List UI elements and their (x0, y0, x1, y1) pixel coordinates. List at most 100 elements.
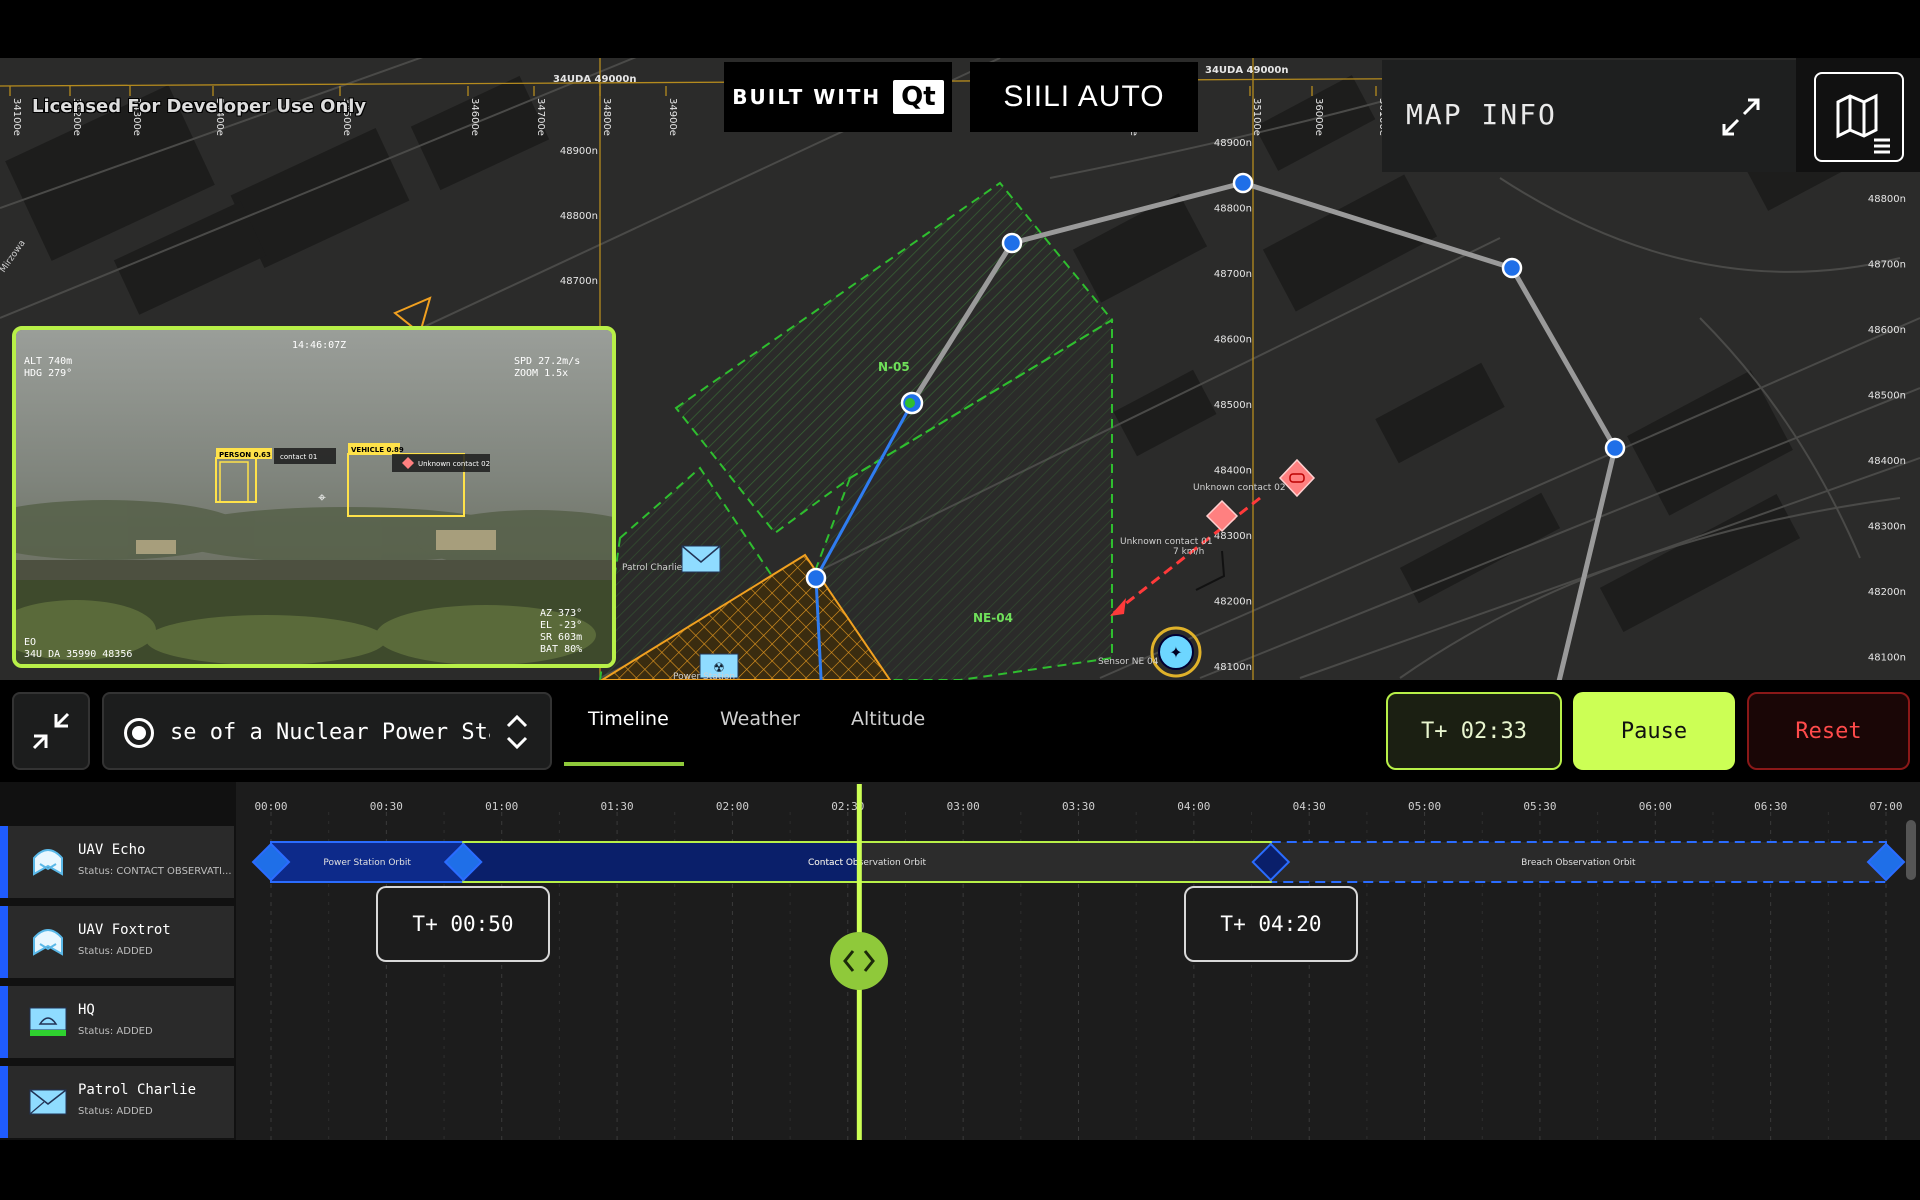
northing-label: 48700n (1214, 269, 1252, 280)
contact-02-label: Unknown contact 02 (1193, 483, 1286, 493)
camera-cursor-icon: ⌖ (318, 490, 326, 506)
camera-spd: SPD 27.2m/s (514, 356, 580, 367)
control-bar: se of a Nuclear Power Station Timeline W… (0, 680, 1920, 782)
timeline-tick-label: 05:30 (1523, 800, 1556, 813)
waypoint[interactable] (1604, 437, 1626, 459)
scenario-radio-icon[interactable] (124, 718, 154, 748)
northing-label: 48700n (1868, 260, 1906, 271)
hq-icon (29, 1007, 67, 1036)
northing-label: 48200n (1214, 597, 1252, 608)
segment-end-marker[interactable]: T+ 04:20 (1184, 886, 1358, 962)
map-layers-panel (1796, 58, 1920, 172)
timeline-tick-label: 00:00 (254, 800, 287, 813)
timeline-tick-labels: 00:00 00:30 01:00 01:30 02:00 02:30 03:00 03:30… (254, 800, 1902, 813)
northing-label: 48300n (1214, 531, 1252, 542)
license-watermark: Licensed For Developer Use Only (32, 96, 367, 117)
timeline-tick-label: 07:00 (1869, 800, 1902, 813)
asset-hq[interactable]: HQ Status: ADDED (0, 986, 234, 1058)
person-contact-label: contact 01 (280, 453, 317, 461)
timeline-panel: UAV Echo Status: CONTACT OBSERVATI... UA… (0, 782, 1920, 1140)
waypoint[interactable] (1501, 257, 1523, 279)
tab-weather[interactable]: Weather (720, 708, 800, 730)
asset-name: HQ (78, 1002, 95, 1018)
timeline-tick-label: 01:30 (601, 800, 634, 813)
sensor-star: ✦ (1169, 643, 1182, 662)
active-tab-indicator (564, 762, 684, 766)
northing-label: 48600n (1214, 335, 1252, 346)
camera-time: 14:46:07Z (292, 340, 346, 351)
timeline-tick-label: 04:30 (1293, 800, 1326, 813)
reset-button[interactable]: Reset (1747, 692, 1910, 770)
camera-hdg: HDG 279° (24, 368, 72, 379)
timeline-tick-label: 03:00 (947, 800, 980, 813)
bottom-letterbox (0, 1140, 1920, 1200)
expand-icon[interactable] (1718, 94, 1764, 140)
northing-label: 48500n (1214, 400, 1252, 411)
current-time-display[interactable]: T+ 02:33 (1386, 692, 1562, 770)
street-label: Mirzowa (0, 239, 28, 275)
asset-status: Status: ADDED (78, 1026, 153, 1037)
northing-label: 48100n (1868, 653, 1906, 664)
asset-patrol-charlie[interactable]: Patrol Charlie Status: ADDED (0, 1066, 234, 1138)
map-info-panel: MAP INFO (1382, 60, 1796, 172)
timeline-tick-label: 06:30 (1754, 800, 1787, 813)
map-northing-right: 48800n 48700n 48600n 48500n 48400n 48300n 4820… (1868, 194, 1906, 664)
northing-label: 48100n (1214, 662, 1252, 673)
timeline-tick-label: 00:30 (370, 800, 403, 813)
tab-altitude[interactable]: Altitude (851, 708, 925, 730)
contact-01-icon[interactable] (1205, 499, 1239, 533)
uav-position-dot (905, 398, 915, 408)
northing-label: 48600n (1868, 325, 1906, 336)
chevron-left-right-icon (843, 950, 875, 972)
scenario-selector[interactable]: se of a Nuclear Power Station (102, 692, 552, 770)
timeline-segments[interactable]: Power Station Orbit Contact Observation O… (251, 841, 1906, 883)
qt-logo: Qt (893, 80, 944, 114)
vehicle-detection-label: VEHICLE 0.89 (351, 446, 404, 454)
timeline-tick-label: 04:00 (1177, 800, 1210, 813)
segment-start-marker[interactable]: T+ 00:50 (376, 886, 550, 962)
easting-label: 34600e (469, 98, 480, 136)
patrol-charlie-label: Patrol Charlie (622, 563, 683, 573)
collapse-button[interactable] (12, 692, 90, 770)
waypoint[interactable] (1232, 172, 1254, 194)
tab-timeline[interactable]: Timeline (588, 708, 669, 730)
uav-icon (33, 929, 63, 956)
northing-label: 48400n (1868, 456, 1906, 467)
asset-uav-foxtrot[interactable]: UAV Foxtrot Status: ADDED (0, 906, 234, 978)
asset-list: UAV Echo Status: CONTACT OBSERVATI... UA… (0, 782, 236, 1140)
playhead-scrub-handle[interactable] (830, 932, 888, 990)
zone-ne04-label: NE-04 (973, 611, 1013, 625)
map-northing-mid: 48900n 48800n 48700n 48600n 48500n 48400n 4830… (1214, 138, 1252, 673)
contact-01-label: Unknown contact 01 (1120, 537, 1213, 547)
easting-label: 34700e (535, 98, 546, 136)
pause-button[interactable]: Pause (1573, 692, 1735, 770)
map-grid-top-right-label: 34UDA 49000n (1205, 65, 1288, 76)
sensor-label: Sensor NE 04 (1098, 657, 1159, 667)
map-layers-button[interactable] (1814, 72, 1904, 162)
camera-az: AZ 373° (540, 608, 582, 619)
asset-name: Patrol Charlie (78, 1082, 197, 1098)
built-with-text: BUILT WITH (732, 85, 882, 109)
northing-label: 48800n (560, 211, 598, 222)
easting-label: 35100e (1251, 98, 1262, 136)
asset-uav-echo[interactable]: UAV Echo Status: CONTACT OBSERVATI... (0, 826, 234, 898)
timeline-tick-label: 03:30 (1062, 800, 1095, 813)
northing-label: 48300n (1868, 522, 1906, 533)
timeline-segment-label: Power Station Orbit (323, 858, 411, 868)
camera-el: EL -23° (540, 620, 582, 631)
asset-status: Status: ADDED (78, 946, 153, 957)
asset-name: UAV Echo (78, 842, 146, 858)
waypoint[interactable] (805, 567, 827, 589)
map-layers-icon (1836, 93, 1890, 154)
map-info-title: MAP INFO (1406, 98, 1557, 131)
camera-feed[interactable]: PERSON 0.63 contact 01 VEHICLE 0.89 Unkn… (12, 326, 616, 668)
timeline-tick-label: 06:00 (1639, 800, 1672, 813)
timeline-scrollbar[interactable] (1906, 820, 1916, 880)
scenario-stepper-icon[interactable] (502, 712, 532, 752)
map-grid-top-label: 34UDA 49000n (553, 74, 636, 85)
waypoint[interactable] (1001, 232, 1023, 254)
camera-sr: SR 603m (540, 632, 582, 643)
camera-grid-ref: 34U DA 35990 48356 (24, 649, 132, 660)
timeline-tick-label: 02:00 (716, 800, 749, 813)
asset-name: UAV Foxtrot (78, 922, 171, 938)
